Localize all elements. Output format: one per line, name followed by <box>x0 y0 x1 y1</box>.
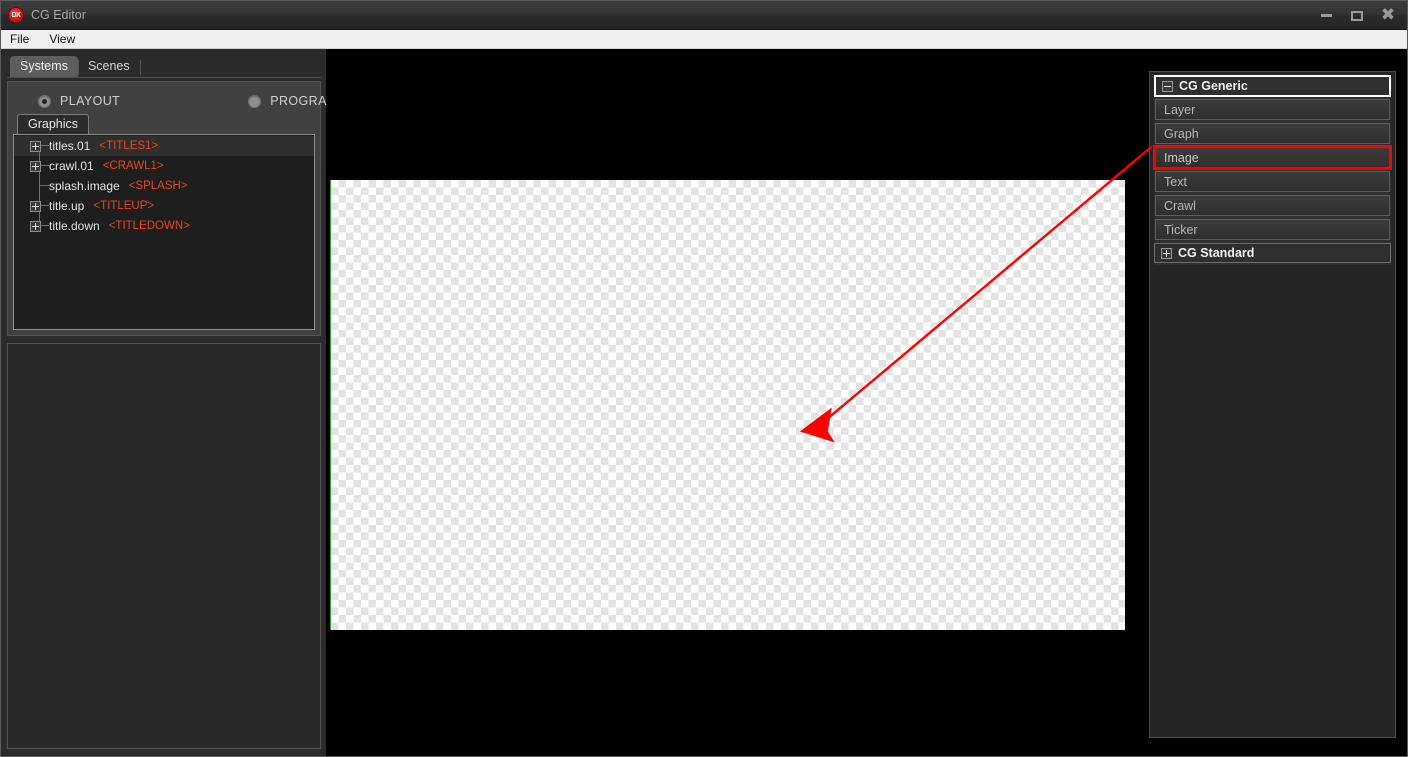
palette-item-image[interactable]: Image <box>1153 145 1392 170</box>
window-title: CG Editor <box>31 8 86 22</box>
tree-item-name: splash.image <box>49 179 120 193</box>
palette-item-layer[interactable]: Layer <box>1155 99 1390 120</box>
graphics-tree[interactable]: titles.01 <TITLES1> crawl.01 <CRAWL1> sp… <box>13 134 315 330</box>
tree-row-title-down[interactable]: title.down <TITLEDOWN> <box>14 216 314 236</box>
maximize-button[interactable] <box>1344 6 1370 26</box>
palette-item-label: Image <box>1164 150 1199 165</box>
tree-item-tag: <SPLASH> <box>128 180 188 192</box>
expand-icon[interactable] <box>30 140 41 152</box>
radio-selected-dot <box>42 98 47 104</box>
menu-item-file[interactable]: File <box>10 30 29 49</box>
radio-program-icon <box>248 94 262 108</box>
palette-item-label: Layer <box>1164 102 1196 117</box>
minimize-button[interactable] <box>1313 6 1339 26</box>
tab-divider <box>139 60 141 75</box>
maximize-icon <box>1351 10 1363 21</box>
left-panel: Systems Scenes PLAYOUT PROGRAM Graphics … <box>1 49 337 756</box>
tree-row-crawl-01[interactable]: crawl.01 <CRAWL1> <box>14 156 314 176</box>
tab-scenes[interactable]: Scenes <box>78 56 141 77</box>
systems-tab-content: PLAYOUT PROGRAM Graphics titles.01 <TITL… <box>7 81 337 336</box>
cg-editor-window: DX CG Editor ✖ File View Systems Scenes <box>0 0 1408 757</box>
tree-row-splash-image[interactable]: splash.image <SPLASH> <box>14 176 314 196</box>
tab-systems[interactable]: Systems <box>10 56 79 77</box>
window-controls: ✖ <box>1313 1 1401 30</box>
preview-stage <box>329 49 1134 756</box>
palette-item-graph[interactable]: Graph <box>1155 123 1390 144</box>
accordion-header-cg-generic[interactable]: CG Generic <box>1154 75 1391 97</box>
menu-item-view[interactable]: View <box>49 30 75 49</box>
tree-row-titles-01[interactable]: titles.01 <TITLES1> <box>14 136 314 156</box>
minimize-icon <box>1320 14 1332 17</box>
tree-item-name: titles.01 <box>49 139 91 153</box>
accordion-title: CG Generic <box>1179 79 1248 93</box>
plus-box-icon[interactable] <box>1161 247 1172 259</box>
menu-bar: File View <box>1 30 1407 49</box>
tree-item-name: title.up <box>49 199 85 213</box>
radio-playout-label: PLAYOUT <box>60 94 121 108</box>
tree-item-name: crawl.01 <box>49 159 94 173</box>
palette-accordion: CG Generic Layer Graph Image Text Crawl … <box>1153 75 1392 265</box>
palette-item-label: Graph <box>1164 126 1199 141</box>
tree-row-title-up[interactable]: title.up <TITLEUP> <box>14 196 314 216</box>
right-panel: CG Generic Layer Graph Image Text Crawl … <box>1135 49 1407 756</box>
expand-icon[interactable] <box>30 200 41 212</box>
close-button[interactable]: ✖ <box>1375 6 1401 26</box>
radio-playout-icon <box>38 94 51 108</box>
title-bar: DX CG Editor ✖ <box>1 1 1407 30</box>
tab-scenes-label: Scenes <box>87 59 130 73</box>
palette-item-label: Crawl <box>1164 198 1196 213</box>
palette-item-label: Ticker <box>1164 222 1198 237</box>
accordion-title: CG Standard <box>1178 246 1255 260</box>
tree-item-name: title.down <box>49 219 100 233</box>
graphics-tab-strip: Graphics <box>13 114 315 134</box>
tree-item-tag: <TITLEUP> <box>93 200 155 212</box>
close-icon: ✖ <box>1380 5 1396 25</box>
tab-graphics-label: Graphics <box>28 117 79 131</box>
palette-item-crawl[interactable]: Crawl <box>1155 195 1390 216</box>
left-tab-strip: Systems Scenes <box>7 53 321 78</box>
tree-item-tag: <TITLES1> <box>99 140 159 152</box>
main-body: Systems Scenes PLAYOUT PROGRAM Graphics … <box>1 49 1407 756</box>
expand-icon[interactable] <box>30 160 41 172</box>
left-lower-panel <box>7 343 321 749</box>
tab-graphics[interactable]: Graphics <box>17 114 90 134</box>
tree-item-tag: <CRAWL1> <box>102 160 164 172</box>
tab-systems-label: Systems <box>20 59 68 73</box>
cg-object-palette: CG Generic Layer Graph Image Text Crawl … <box>1149 71 1396 738</box>
palette-item-label: Text <box>1164 174 1187 189</box>
accordion-header-cg-standard[interactable]: CG Standard <box>1154 243 1391 263</box>
transparent-canvas[interactable] <box>331 180 1125 630</box>
minus-box-icon[interactable] <box>1162 80 1173 92</box>
expand-icon[interactable] <box>30 220 41 232</box>
preview-area[interactable] <box>327 49 1135 756</box>
tree-item-tag: <TITLEDOWN> <box>108 220 190 232</box>
dx-logo-icon: DX <box>8 7 24 23</box>
radio-program[interactable]: PROGRAM <box>248 94 337 108</box>
palette-item-text[interactable]: Text <box>1155 171 1390 192</box>
palette-item-ticker[interactable]: Ticker <box>1155 219 1390 240</box>
mode-radio-group: PLAYOUT PROGRAM <box>13 88 337 114</box>
tree-leaf-icon <box>30 181 41 192</box>
radio-playout[interactable]: PLAYOUT <box>38 94 120 108</box>
